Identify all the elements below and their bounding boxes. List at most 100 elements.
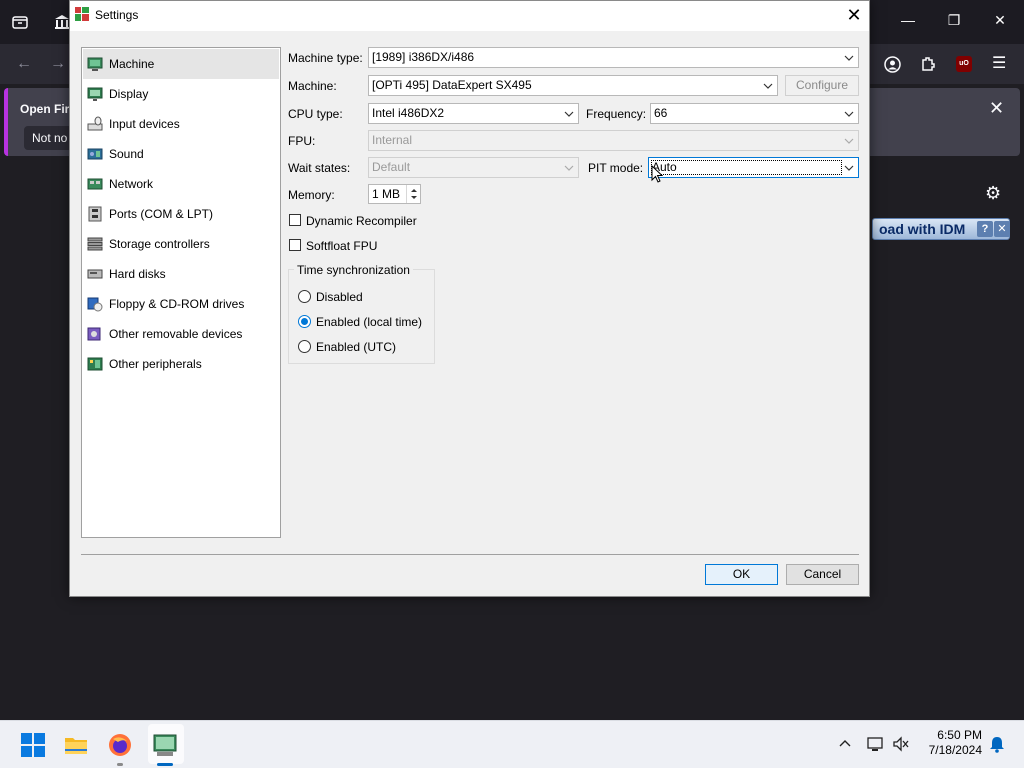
clock-date: 7/18/2024	[928, 743, 982, 757]
display-icon	[87, 87, 103, 101]
spin-arrows-icon[interactable]	[406, 185, 420, 203]
floppy-cdrom-icon	[87, 297, 103, 312]
extensions-icon[interactable]	[920, 56, 936, 76]
wait-states-value: Default	[372, 160, 411, 174]
cpu-type-select[interactable]: Intel i486DX2	[368, 103, 579, 124]
cancel-button[interactable]: Cancel	[786, 564, 859, 585]
dynamic-recompiler-checkbox[interactable]	[289, 214, 301, 226]
network-status-icon[interactable]	[866, 735, 884, 753]
fpu-label: FPU:	[288, 134, 316, 148]
time-sync-utc-radio[interactable]	[298, 340, 311, 353]
category-item-sound[interactable]: Sound	[83, 139, 279, 169]
notification-close-icon[interactable]: ✕	[989, 99, 1004, 117]
chevron-down-icon	[563, 104, 575, 123]
category-item-machine[interactable]: Machine	[83, 49, 279, 79]
category-label: Sound	[109, 147, 144, 161]
frequency-select[interactable]: 66	[650, 103, 859, 124]
firefox-running-indicator	[117, 763, 123, 766]
ok-button[interactable]: OK	[705, 564, 778, 585]
dialog-close-icon[interactable]: ✕	[840, 3, 868, 27]
86box-app-icon[interactable]	[153, 733, 177, 757]
app-86box-icon	[75, 7, 89, 21]
category-label: Other peripherals	[109, 357, 202, 371]
category-item-display[interactable]: Display	[83, 79, 279, 109]
pit-mode-label: PIT mode:	[588, 161, 644, 175]
time-sync-utc-label[interactable]: Enabled (UTC)	[316, 340, 396, 354]
browser-restore-icon[interactable]: ❐	[944, 12, 964, 29]
idm-help-icon[interactable]: ?	[977, 221, 993, 237]
hard-disk-icon	[87, 269, 103, 279]
time-sync-disabled-radio[interactable]	[298, 290, 311, 303]
storage-controllers-icon	[87, 237, 103, 251]
firefox-icon[interactable]	[108, 733, 132, 757]
machine-label: Machine:	[288, 79, 337, 93]
time-sync-local-radio[interactable]	[298, 315, 311, 328]
cpu-type-value: Intel i486DX2	[372, 106, 445, 120]
memory-value: 1 MB	[372, 187, 401, 201]
pit-mode-select[interactable]: Auto	[648, 157, 859, 178]
chevron-up-icon[interactable]	[836, 735, 854, 753]
category-item-ports[interactable]: Ports (COM & LPT)	[83, 199, 279, 229]
volume-muted-icon[interactable]	[892, 735, 910, 753]
time-sync-local-label[interactable]: Enabled (local time)	[316, 315, 422, 329]
tab-overview-icon[interactable]	[12, 14, 28, 34]
category-item-input-devices[interactable]: Input devices	[83, 109, 279, 139]
category-label: Hard disks	[109, 267, 166, 281]
dialog-separator	[81, 554, 859, 555]
idm-close-icon[interactable]: ✕	[994, 221, 1009, 237]
time-sync-disabled-label[interactable]: Disabled	[316, 290, 363, 304]
chevron-down-icon	[762, 76, 774, 95]
category-item-floppy-cdrom[interactable]: Floppy & CD-ROM drives	[83, 289, 279, 319]
category-item-storage-controllers[interactable]: Storage controllers	[83, 229, 279, 259]
page-settings-gear-icon[interactable]: ⚙	[985, 184, 1001, 202]
machine-select[interactable]: [OPTi 495] DataExpert SX495	[368, 75, 778, 96]
chevron-down-icon	[563, 158, 575, 177]
peripherals-icon	[87, 357, 103, 371]
account-icon[interactable]	[884, 56, 901, 77]
machine-type-select[interactable]: [1989] i386DX/i486	[368, 47, 859, 68]
fpu-value: Internal	[372, 133, 413, 147]
taskbar-clock[interactable]: 6:50 PM 7/18/2024	[916, 728, 982, 758]
wait-states-select[interactable]: Default	[368, 157, 579, 178]
dialog-title-bar[interactable]: Settings ✕	[70, 1, 869, 31]
category-label: Storage controllers	[109, 237, 210, 251]
category-label: Network	[109, 177, 154, 191]
removable-devices-icon	[87, 327, 101, 341]
back-arrow-icon[interactable]: ←	[16, 56, 32, 72]
category-label: Display	[109, 87, 149, 101]
configure-button[interactable]: Configure	[785, 75, 859, 96]
menu-hamburger-icon[interactable]: ☰	[992, 56, 1006, 72]
dynamic-recompiler-label[interactable]: Dynamic Recompiler	[306, 214, 417, 228]
category-item-removable-devices[interactable]: Other removable devices	[83, 319, 279, 349]
notification-button[interactable]: Not no	[24, 126, 74, 150]
chevron-down-icon	[843, 131, 855, 150]
wait-states-label: Wait states:	[288, 161, 351, 175]
forward-arrow-icon[interactable]: →	[50, 56, 66, 72]
chevron-down-icon	[843, 104, 855, 123]
category-label: Other removable devices	[109, 327, 243, 341]
notification-bell-icon[interactable]	[988, 735, 1006, 753]
softfloat-fpu-checkbox[interactable]	[289, 239, 301, 251]
machine-type-label: Machine type:	[288, 51, 363, 65]
browser-minimize-icon[interactable]: —	[898, 12, 918, 28]
category-item-network[interactable]: Network	[83, 169, 279, 199]
time-sync-title: Time synchronization	[294, 263, 413, 277]
category-item-hard-disks[interactable]: Hard disks	[83, 259, 279, 289]
category-item-peripherals[interactable]: Other peripherals	[83, 349, 279, 379]
category-label: Machine	[109, 57, 155, 71]
86box-running-indicator	[157, 763, 173, 766]
ublock-origin-icon[interactable]: uO	[956, 56, 972, 72]
idm-download-label: oad with IDM	[879, 221, 966, 237]
browser-close-icon[interactable]: ✕	[990, 12, 1010, 29]
input-devices-icon	[87, 116, 103, 131]
softfloat-fpu-label[interactable]: Softfloat FPU	[306, 239, 377, 253]
fpu-select[interactable]: Internal	[368, 130, 859, 151]
category-label: Ports (COM & LPT)	[109, 207, 214, 221]
cpu-type-label: CPU type:	[288, 107, 343, 121]
bank-tab-icon[interactable]	[54, 14, 70, 34]
memory-spinbox[interactable]: 1 MB	[368, 184, 421, 204]
windows-start-icon[interactable]	[21, 733, 45, 757]
memory-label: Memory:	[288, 188, 335, 202]
file-explorer-icon[interactable]	[64, 733, 88, 757]
idm-download-button[interactable]: oad with IDM ? ✕	[872, 218, 1010, 240]
